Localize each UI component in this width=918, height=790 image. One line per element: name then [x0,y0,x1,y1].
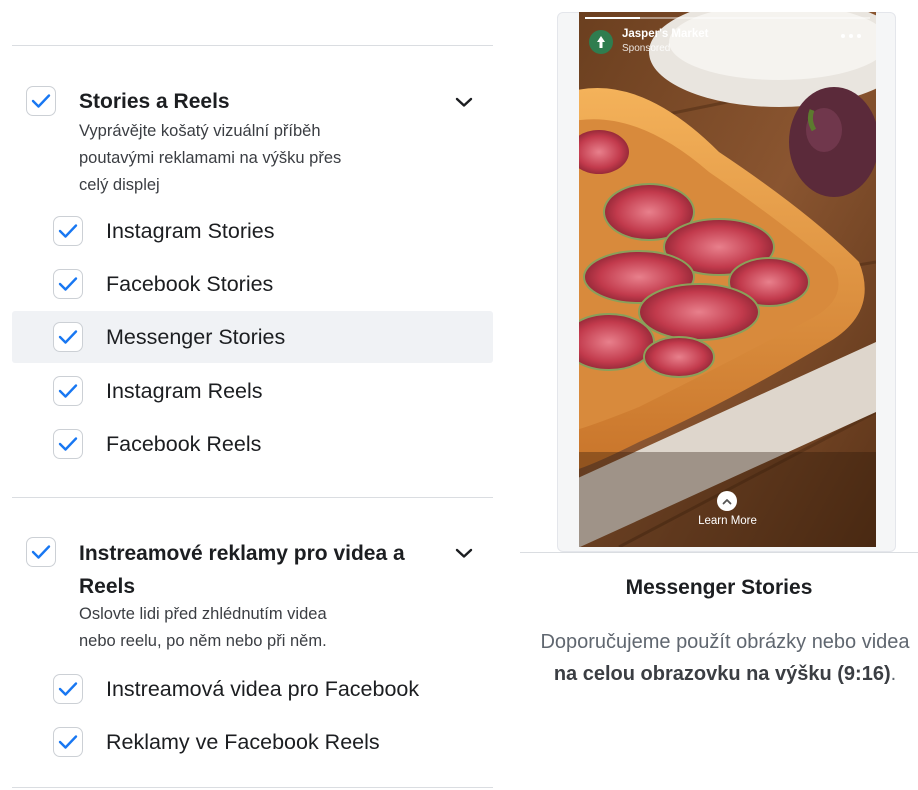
description-line: celý displej [79,176,160,194]
instream-checkbox[interactable] [26,537,56,567]
more-options-icon[interactable] [841,34,861,40]
placement-label: Facebook Reels [106,432,262,456]
learn-more-button[interactable]: Learn More [579,515,876,527]
checkmark-icon [58,330,78,344]
checkbox[interactable] [53,727,83,757]
checkbox[interactable] [53,429,83,459]
description-line: Vyprávějte košatý vizuální příběh [79,122,321,140]
chevron-down-icon[interactable] [454,95,474,109]
advertiser-name: Jasper's Market [622,28,709,40]
stories-reels-title: Stories a Reels [79,90,230,113]
recommendation-text: Doporučujeme použít obrázky nebo videa [540,631,910,653]
checkbox[interactable] [53,376,83,406]
section-divider [12,497,493,498]
checkmark-icon [58,437,78,451]
checkbox[interactable] [53,269,83,299]
stories-reels-description: Vyprávějte košatý vizuální příběh poutav… [79,118,341,199]
chevron-down-icon[interactable] [454,546,474,560]
title-line: Reels [79,575,136,598]
recommendation-emphasis: na celou obrazovku na výšku (9:16) [553,663,891,685]
checkbox[interactable] [53,322,83,352]
checkmark-icon [58,735,78,749]
checkmark-icon [58,384,78,398]
checkmark-icon [58,224,78,238]
recommendation-end: . [890,663,897,685]
description-line: poutavými reklamami na výšku přes [79,149,342,167]
story-ad-preview[interactable]: Jasper's Market Sponsored Learn More [579,12,876,547]
checkmark-icon [31,94,51,108]
checkmark-icon [58,682,78,696]
placement-label: Messenger Stories [106,325,286,349]
bottom-divider [12,787,493,788]
title-line: Instreamové reklamy pro videa a [79,542,405,565]
checkbox[interactable] [53,674,83,704]
placement-label: Instagram Stories [106,219,275,243]
placement-label: Instagram Reels [106,379,263,403]
chevron-up-icon[interactable] [717,491,737,511]
placement-label: Facebook Stories [106,272,274,296]
placement-label: Instreamová videa pro Facebook [106,677,420,701]
advertiser-avatar [589,30,613,54]
sponsored-label: Sponsored [622,43,671,54]
story-progress-fill [585,17,640,19]
tree-logo-icon [597,36,605,48]
fig-tart-image [579,12,876,547]
checkbox[interactable] [53,216,83,246]
instream-title: Instreamové reklamy pro videa a Reels [79,537,405,603]
top-divider [12,45,493,46]
stories-reels-checkbox[interactable] [26,86,56,116]
description-line: nebo reelu, po něm nebo při něm. [79,632,327,650]
checkmark-icon [31,545,51,559]
placement-label: Reklamy ve Facebook Reels [106,730,380,754]
instream-description: Oslovte lidi před zhlédnutím videa nebo … [79,601,327,655]
preview-divider [520,552,918,553]
description-line: Oslovte lidi před zhlédnutím videa [79,605,327,623]
checkmark-icon [58,277,78,291]
placement-preview-title: Messenger Stories [625,576,813,599]
placement-recommendation: Doporučujeme použít obrázky nebo videa n… [532,626,918,690]
